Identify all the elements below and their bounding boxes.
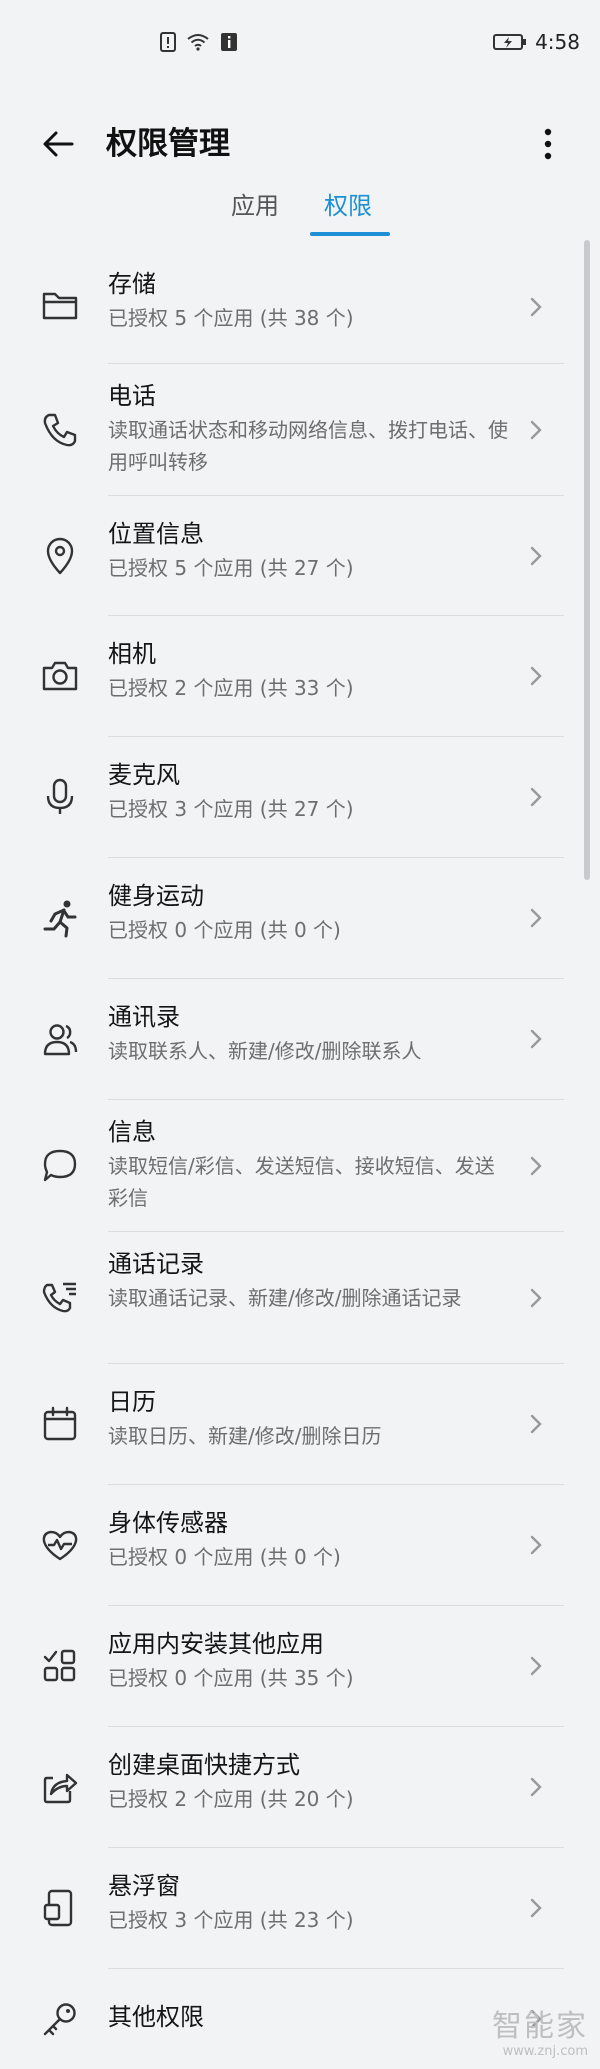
permission-item-storage[interactable]: 存储 已授权 5 个应用 (共 38 个): [0, 250, 600, 364]
permission-label: 信息: [108, 1118, 156, 1146]
app-grid-icon: [38, 1644, 82, 1688]
tab-bar: 应用 权限: [0, 180, 600, 240]
permission-item-contacts[interactable]: 通讯录 读取联系人、新建/修改/删除联系人: [0, 979, 600, 1100]
chevron-right-icon: [524, 1154, 548, 1178]
key-icon: [38, 1997, 82, 2041]
permission-item-install-apps[interactable]: 应用内安装其他应用 已授权 0 个应用 (共 35 个): [0, 1606, 600, 1727]
permission-label: 存储: [108, 270, 156, 298]
watermark-text: 智能家: [492, 2009, 588, 2044]
chevron-right-icon: [524, 1286, 548, 1310]
permission-item-phone[interactable]: 电话 读取通话状态和移动网络信息、拨打电话、使用呼叫转移: [0, 364, 600, 496]
permission-desc: 读取通话记录、新建/修改/删除通话记录: [108, 1286, 462, 1310]
permission-label: 悬浮窗: [108, 1872, 180, 1900]
chevron-right-icon: [524, 295, 548, 319]
permission-item-messages[interactable]: 信息 读取短信/彩信、发送短信、接收短信、发送彩信: [0, 1100, 600, 1232]
alert-icon: [160, 32, 176, 52]
permission-item-desktop-shortcut[interactable]: 创建桌面快捷方式 已授权 2 个应用 (共 20 个): [0, 1727, 600, 1848]
chevron-right-icon: [524, 1654, 548, 1678]
chevron-right-icon: [524, 1896, 548, 1920]
permission-desc: 已授权 0 个应用 (共 35 个): [108, 1666, 354, 1690]
permission-label: 相机: [108, 640, 156, 668]
status-icons-right: 4:58: [493, 30, 580, 54]
contacts-icon: [38, 1017, 82, 1061]
info-icon: [220, 32, 238, 52]
watermark-url: www.znj.com: [502, 2044, 588, 2059]
permission-label: 其他权限: [108, 2003, 204, 2031]
message-bubble-icon: [38, 1144, 82, 1188]
permission-item-call-log[interactable]: 通话记录 读取通话记录、新建/修改/删除通话记录: [0, 1232, 600, 1364]
permission-desc: 已授权 3 个应用 (共 23 个): [108, 1908, 354, 1932]
status-icons-left: [160, 32, 238, 52]
permission-desc: 读取联系人、新建/修改/删除联系人: [108, 1039, 422, 1063]
permission-label: 通话记录: [108, 1250, 204, 1278]
running-icon: [38, 896, 82, 940]
permission-label: 电话: [108, 382, 156, 410]
chevron-right-icon: [524, 1533, 548, 1557]
watermark: 智能家 www.znj.com: [492, 2010, 588, 2060]
permission-item-fitness[interactable]: 健身运动 已授权 0 个应用 (共 0 个): [0, 858, 600, 979]
more-vertical-icon: [543, 127, 553, 161]
status-bar: 4:58: [0, 0, 600, 88]
floating-window-icon: [38, 1886, 82, 1930]
phone-icon: [38, 408, 82, 452]
permission-desc: 读取日历、新建/修改/删除日历: [108, 1424, 382, 1448]
permission-label: 身体传感器: [108, 1509, 228, 1537]
shortcut-share-icon: [38, 1765, 82, 1809]
permission-desc: 已授权 0 个应用 (共 0 个): [108, 918, 341, 942]
permission-item-microphone[interactable]: 麦克风 已授权 3 个应用 (共 27 个): [0, 737, 600, 858]
chevron-right-icon: [524, 785, 548, 809]
permission-item-calendar[interactable]: 日历 读取日历、新建/修改/删除日历: [0, 1364, 600, 1485]
permission-desc: 读取通话状态和移动网络信息、拨打电话、使用呼叫转移: [108, 418, 508, 474]
back-button[interactable]: [30, 116, 86, 172]
permission-desc: 已授权 3 个应用 (共 27 个): [108, 797, 354, 821]
chevron-right-icon: [524, 1027, 548, 1051]
permission-desc: 读取短信/彩信、发送短信、接收短信、发送彩信: [108, 1154, 495, 1210]
more-options-button[interactable]: [520, 116, 576, 172]
permission-desc: 已授权 0 个应用 (共 0 个): [108, 1545, 341, 1569]
folder-icon: [38, 283, 82, 327]
permission-label: 日历: [108, 1388, 156, 1416]
permission-label: 应用内安装其他应用: [108, 1630, 324, 1658]
microphone-icon: [38, 775, 82, 819]
battery-charging-icon: [493, 33, 527, 51]
heart-pulse-icon: [38, 1523, 82, 1567]
permission-desc: 已授权 5 个应用 (共 38 个): [108, 306, 354, 330]
wifi-icon: [186, 33, 210, 51]
permission-label: 健身运动: [108, 882, 204, 910]
chevron-right-icon: [524, 664, 548, 688]
calendar-icon: [38, 1402, 82, 1446]
permission-desc: 已授权 5 个应用 (共 27 个): [108, 556, 354, 580]
permission-item-camera[interactable]: 相机 已授权 2 个应用 (共 33 个): [0, 616, 600, 737]
camera-icon: [38, 654, 82, 698]
status-time: 4:58: [535, 30, 580, 54]
permission-label: 创建桌面快捷方式: [108, 1751, 300, 1779]
chevron-right-icon: [524, 544, 548, 568]
call-log-icon: [38, 1276, 82, 1320]
tab-apps[interactable]: 应用: [210, 180, 300, 232]
chevron-right-icon: [524, 418, 548, 442]
page-title: 权限管理: [106, 126, 230, 162]
active-tab-indicator: [310, 232, 390, 236]
back-arrow-icon: [40, 126, 76, 162]
permission-label: 通讯录: [108, 1003, 180, 1031]
chevron-right-icon: [524, 906, 548, 930]
permission-item-body-sensors[interactable]: 身体传感器 已授权 0 个应用 (共 0 个): [0, 1485, 600, 1606]
permission-label: 位置信息: [108, 520, 204, 548]
permission-label: 麦克风: [108, 761, 180, 789]
permission-desc: 已授权 2 个应用 (共 20 个): [108, 1787, 354, 1811]
location-pin-icon: [38, 534, 82, 578]
chevron-right-icon: [524, 1412, 548, 1436]
permission-list: 存储 已授权 5 个应用 (共 38 个) 电话 读取通话状态和移动网络信息、拨…: [0, 250, 600, 2069]
permission-item-location[interactable]: 位置信息 已授权 5 个应用 (共 27 个): [0, 496, 600, 616]
tab-permissions[interactable]: 权限: [308, 180, 388, 232]
permission-item-floating-window[interactable]: 悬浮窗 已授权 3 个应用 (共 23 个): [0, 1848, 600, 1969]
chevron-right-icon: [524, 1775, 548, 1799]
permission-desc: 已授权 2 个应用 (共 33 个): [108, 676, 354, 700]
